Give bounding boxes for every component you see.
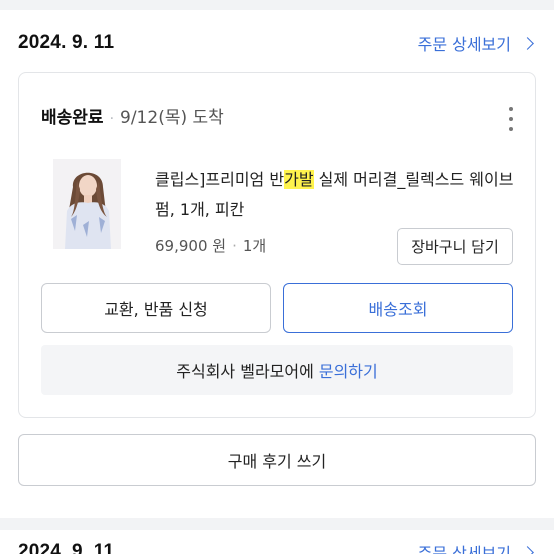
- product-name[interactable]: 클립스]프리미엄 반가발 실제 머리결_릴렉스드 웨이브펌, 1개, 피칸: [155, 165, 515, 225]
- product-price: 69,900 원: [155, 237, 227, 255]
- chevron-right-icon: [521, 36, 534, 50]
- more-options-icon[interactable]: [505, 107, 517, 131]
- delivery-status-row: 배송완료 · 9/12(목) 도착: [41, 103, 224, 128]
- product-name-part1: 클립스]프리미엄 반: [155, 170, 285, 189]
- delivery-status: 배송완료: [41, 108, 104, 128]
- order-card: 배송완료 · 9/12(목) 도착 클립스]프리미엄 반가발 실제 머리결_릴렉…: [18, 72, 536, 418]
- seller-inquiry-box: 주식회사 벨라모어에 문의하기: [41, 345, 513, 395]
- chevron-right-icon: [521, 545, 534, 554]
- track-delivery-button[interactable]: 배송조회: [283, 283, 513, 333]
- arrival-date: 9/12(목) 도착: [120, 108, 224, 128]
- order-date: 2024. 9. 11: [18, 32, 115, 53]
- order-header: 2024. 9. 11 주문 상세보기: [18, 28, 536, 58]
- order-detail-link-2[interactable]: 주문 상세보기: [418, 540, 536, 554]
- order-header-2: 2024. 9. 11 주문 상세보기: [18, 537, 536, 554]
- write-review-button[interactable]: 구매 후기 쓰기: [18, 434, 536, 486]
- seller-name: 주식회사 벨라모어에: [176, 362, 314, 381]
- section-divider-bottom: [0, 518, 554, 530]
- order-detail-label: 주문 상세보기: [417, 35, 511, 54]
- order-detail-link[interactable]: 주문 상세보기: [418, 31, 536, 55]
- section-divider-top: [0, 0, 554, 10]
- status-separator: ·: [109, 111, 115, 127]
- price-row: 69,900 원 · 1개: [155, 235, 266, 256]
- product-quantity: 1개: [242, 237, 267, 255]
- product-thumbnail[interactable]: [53, 159, 121, 249]
- product-model-photo-icon: [53, 159, 121, 249]
- product-name-highlight: 가발: [284, 170, 314, 189]
- price-separator: ·: [232, 236, 237, 255]
- order-date-2: 2024. 9. 11: [18, 541, 115, 554]
- exchange-return-button[interactable]: 교환, 반품 신청: [41, 283, 271, 333]
- inquiry-link[interactable]: 문의하기: [319, 358, 378, 382]
- order-detail-label-2: 주문 상세보기: [417, 544, 511, 554]
- add-to-cart-button[interactable]: 장바구니 담기: [397, 228, 513, 265]
